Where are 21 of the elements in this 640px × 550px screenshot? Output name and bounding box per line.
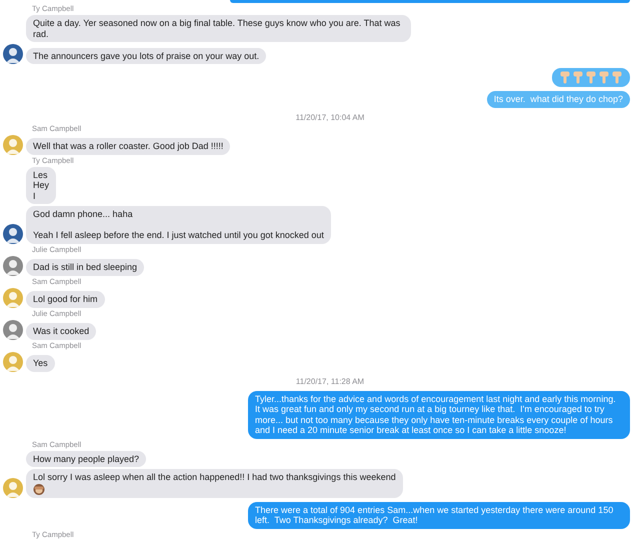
finger-icon — [573, 71, 583, 84]
message-bubble: Was it cooked — [26, 323, 96, 340]
finger-icon — [560, 71, 570, 84]
message-bubble: Lol sorry I was asleep when all the action happened!! I had two thanksgivings this weekend — [26, 469, 403, 498]
message-bubble: The announcers gave you lots of praise on your way out. — [26, 48, 266, 64]
finger-icon — [612, 71, 622, 84]
finger-icon — [586, 71, 596, 84]
message-bubble: Well that was a roller coaster. Good job Dad !!!!! — [26, 138, 230, 154]
message-bubble: Yes — [26, 355, 55, 372]
timestamp: 11/20/17, 11:28 AM — [294, 376, 364, 386]
message-bubble: There were a total of 904 entries Sam...when we started yesterday there were around 150 left. Two Thanksgivings already? Great! — [248, 502, 630, 528]
message-bubble: Tyler...thanks for the advice and words of encouragement last night and early this morning. It was great fun and only my second run at a big tourney like that. I'm encouraged to try more... but not too many because they only have ten-minute breaks every couple of hours and I need a 20 minute senior break at least once so I can take a little snooze! — [248, 390, 630, 438]
message-bubble: Lol good for him — [26, 291, 105, 308]
finger-icon — [599, 71, 609, 84]
message-bubble: God damn phone... haha Yeah I fell asleep before the end. I just watched until you got knocked out — [26, 206, 331, 244]
timestamp: 11/20/17, 10:04 AM — [294, 112, 364, 122]
message-bubble: Quite a day. Yer seasoned now on a big final table. These guys know who you are. That was rad. — [26, 15, 411, 42]
message-bubble: Les Hey I — [26, 166, 56, 204]
message-bubble: Dad is still in bed sleeping — [26, 259, 144, 276]
message-bubble: How many people played? — [26, 450, 146, 467]
message-bubble: Its over. what did they do chop? — [486, 91, 630, 108]
